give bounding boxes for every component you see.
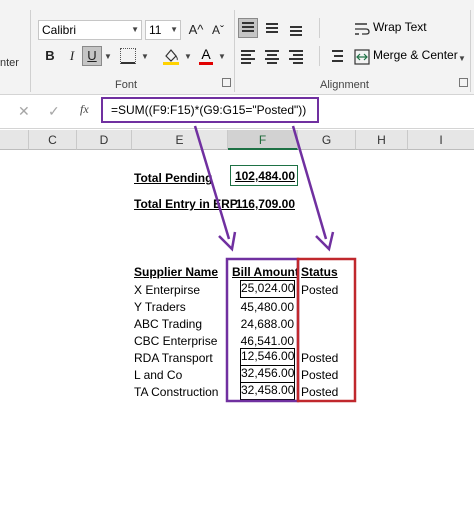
font-name-value: Calibri (42, 23, 77, 37)
underline-dropdown-icon[interactable]: ▼ (104, 52, 112, 61)
font-size-value: 11 (149, 23, 162, 37)
total-entry-label: Total Entry in ERP (134, 197, 238, 211)
supplier-cell: RDA Transport (134, 351, 213, 365)
amount-cell: 32,458.00 (240, 382, 295, 400)
ribbon: nter Calibri ▼ 11 ▼ A^ Aˇ B I U ▼ ▼ ▼ A … (0, 0, 474, 95)
amount-cell: 12,546.00 (240, 348, 295, 366)
align-right-icon[interactable] (286, 46, 306, 66)
column-header-h[interactable]: H (356, 130, 408, 150)
amount-cell: 45,480.00 (240, 300, 294, 314)
column-header-i[interactable]: I (408, 130, 474, 150)
select-all-corner[interactable] (0, 130, 29, 150)
font-color-button[interactable]: A (196, 46, 216, 66)
decrease-indent-icon[interactable] (326, 46, 346, 66)
arrow-to-status-head (315, 231, 335, 252)
align-left-icon[interactable] (238, 46, 258, 66)
formula-input[interactable]: =SUM((F9:F15)*(G9:G15="Posted")) (101, 97, 319, 123)
middle-align-icon[interactable] (262, 18, 282, 38)
font-color-letter: A (201, 46, 211, 62)
total-entry-value[interactable]: 116,709.00 (230, 196, 295, 212)
supplier-cell: CBC Enterprise (134, 334, 218, 348)
column-header-f[interactable]: F (228, 130, 298, 150)
grow-font-button[interactable]: A^ (186, 20, 206, 40)
column-header-e[interactable]: E (132, 130, 228, 150)
merge-dropdown-icon[interactable]: ▼ (458, 54, 466, 63)
column-header-d[interactable]: D (77, 130, 132, 150)
font-color-swatch (199, 62, 213, 65)
font-color-dropdown-icon[interactable]: ▼ (218, 52, 226, 61)
ribbon-separator (319, 18, 320, 38)
fill-color-swatch (163, 62, 179, 65)
font-group-label: Font (115, 79, 138, 91)
ribbon-separator (470, 10, 471, 92)
borders-dropdown-icon[interactable]: ▼ (141, 52, 149, 61)
chevron-down-icon: ▼ (170, 25, 178, 34)
amount-cell: 25,024.00 (240, 280, 295, 298)
alignment-group-label: Alignment (320, 79, 369, 91)
merge-center-icon (354, 49, 370, 65)
arrow-to-amount-head (218, 231, 237, 252)
merge-center-label: Merge & Center (373, 48, 458, 62)
supplier-cell: TA Construction (134, 385, 219, 399)
total-pending-value[interactable]: 102,484.00 (230, 168, 295, 184)
ribbon-separator (30, 10, 31, 92)
status-cell: Posted (301, 283, 339, 297)
border-bottom-line (121, 62, 135, 64)
column-header-c[interactable]: C (29, 130, 77, 150)
alignment-dialog-launcher-icon[interactable] (459, 78, 468, 87)
amount-cell: 46,541.00 (240, 334, 294, 348)
cancel-icon[interactable]: ✕ (18, 103, 30, 120)
top-align-icon[interactable] (238, 18, 258, 38)
column-header-g[interactable]: G (298, 130, 356, 150)
font-dialog-launcher-icon[interactable] (222, 78, 231, 87)
ribbon-separator (234, 10, 235, 92)
supplier-header: Supplier Name (134, 265, 219, 279)
amount-header: Bill Amount (232, 265, 299, 279)
supplier-cell: ABC Trading (134, 317, 203, 331)
insert-function-icon[interactable]: fx (80, 102, 89, 117)
status-header: Status (301, 265, 338, 279)
status-cell: Posted (301, 385, 339, 399)
paint-bucket-icon (163, 49, 179, 65)
wrap-text-icon (355, 23, 370, 35)
chevron-down-icon: ▼ (131, 25, 139, 34)
borders-icon[interactable] (120, 48, 136, 64)
status-cell: Posted (301, 368, 339, 382)
partial-group-button[interactable]: nter (0, 57, 19, 69)
supplier-cell: Y Traders (134, 300, 186, 314)
status-cell: Posted (301, 351, 339, 365)
fill-dropdown-icon[interactable]: ▼ (184, 52, 192, 61)
formula-bar: ✕ ✓ fx =SUM((F9:F15)*(G9:G15="Posted")) (0, 95, 474, 129)
font-size-select[interactable]: 11 ▼ (145, 20, 181, 40)
bottom-align-icon[interactable] (286, 18, 306, 38)
enter-icon[interactable]: ✓ (48, 103, 60, 120)
underline-button[interactable]: U (82, 46, 102, 66)
fill-color-button[interactable] (161, 46, 181, 66)
italic-button[interactable]: I (62, 46, 82, 66)
shrink-font-button[interactable]: Aˇ (208, 20, 228, 40)
ribbon-separator (319, 46, 320, 66)
supplier-cell: L and Co (134, 368, 183, 382)
amount-cell: 24,688.00 (240, 317, 294, 331)
bold-button[interactable]: B (40, 46, 60, 66)
total-pending-label: Total Pending (134, 171, 213, 185)
supplier-cell: X Enterpirse (134, 283, 201, 297)
font-name-select[interactable]: Calibri ▼ (38, 20, 142, 40)
wrap-text-label: Wrap Text (373, 20, 427, 34)
align-center-icon[interactable] (262, 46, 282, 66)
amount-cell: 32,456.00 (240, 365, 295, 383)
